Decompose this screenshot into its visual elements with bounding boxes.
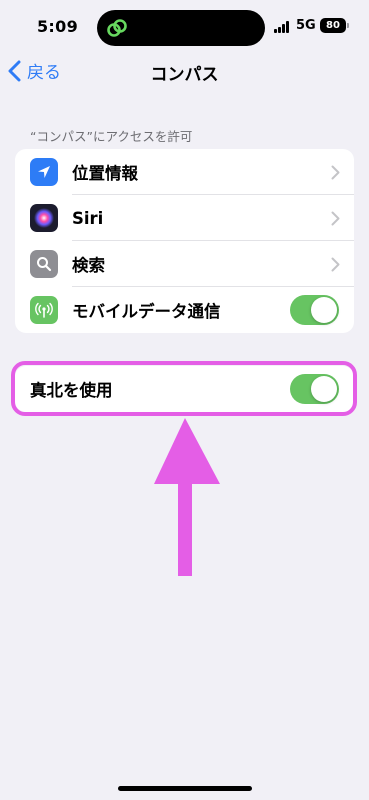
cellular-antenna-icon: [30, 296, 58, 324]
status-bar: 5:09 5G 80: [0, 0, 369, 54]
cellular-signal-icon: [274, 21, 292, 33]
siri-icon: [30, 204, 58, 232]
search-icon: [30, 250, 58, 278]
row-label: Siri: [72, 208, 104, 228]
chevron-right-icon: [331, 211, 340, 225]
network-type: 5G: [296, 18, 316, 33]
home-indicator: [118, 786, 252, 791]
location-arrow-icon: [30, 158, 58, 186]
link-activity-icon: [107, 19, 127, 37]
dynamic-island: [97, 10, 265, 46]
navigation-bar: 戻る コンパス: [0, 54, 369, 90]
access-settings-group: 位置情報 Siri 検索 モバイルデータ通信: [15, 149, 354, 333]
chevron-right-icon: [331, 165, 340, 179]
row-label: 位置情報: [72, 164, 138, 183]
highlight-outline: [11, 361, 357, 416]
row-label: 検索: [72, 256, 105, 275]
settings-row-search[interactable]: 検索: [15, 241, 354, 287]
settings-row-mobile-data: モバイルデータ通信: [15, 287, 354, 333]
chevron-right-icon: [331, 257, 340, 271]
battery-icon: 80: [320, 18, 346, 33]
settings-row-siri[interactable]: Siri: [15, 195, 354, 241]
mobile-data-toggle[interactable]: [290, 295, 339, 325]
section-header: “コンパス”にアクセスを許可: [30, 129, 193, 144]
page-title: コンパス: [150, 65, 219, 85]
status-time: 5:09: [37, 17, 78, 36]
arrow-up-icon: [154, 418, 220, 576]
toggle-knob: [311, 297, 337, 323]
settings-row-location[interactable]: 位置情報: [15, 149, 354, 195]
row-label: モバイルデータ通信: [72, 302, 221, 321]
battery-cap: [347, 23, 349, 28]
